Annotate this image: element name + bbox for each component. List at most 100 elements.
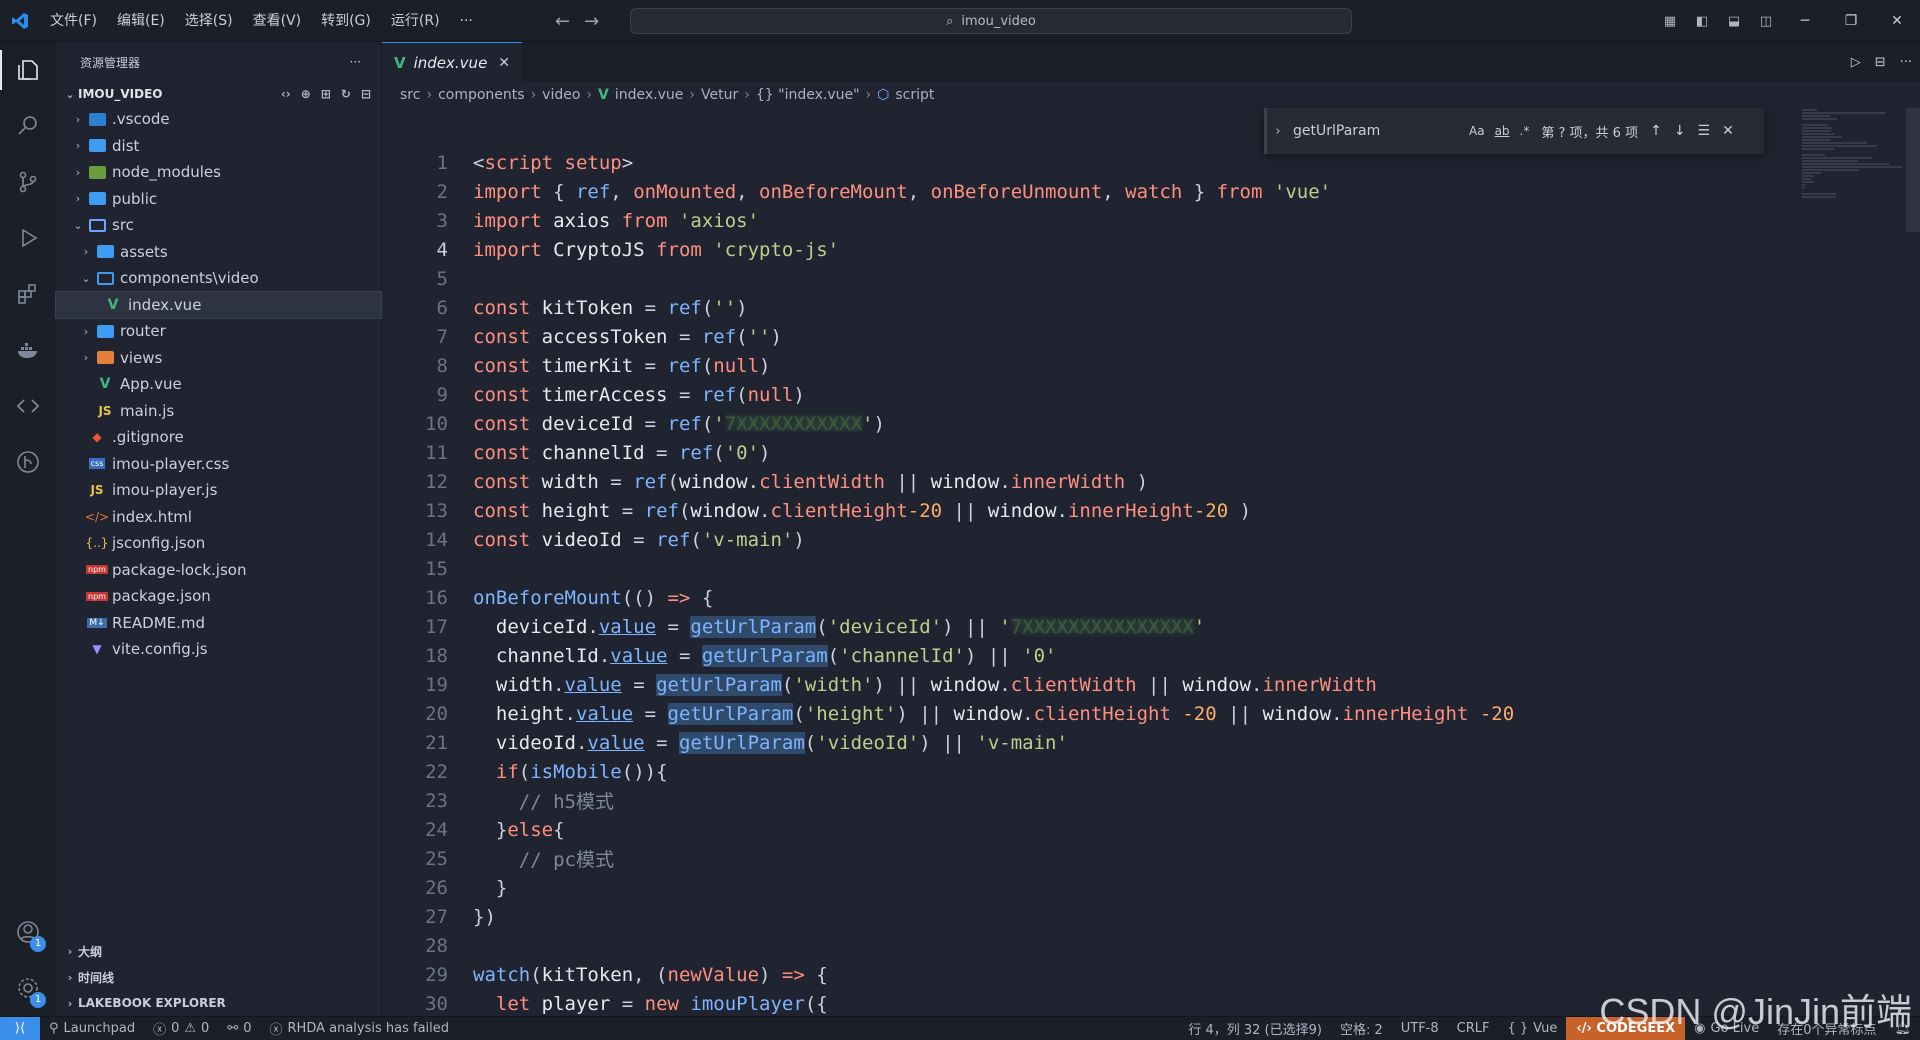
- account-icon[interactable]: 1: [0, 904, 56, 960]
- find-input[interactable]: getUrlParam: [1289, 123, 1449, 139]
- tree-item[interactable]: › views: [56, 345, 381, 372]
- section-lakebook[interactable]: › LAKEBOOK EXPLORER: [56, 990, 382, 1016]
- tree-item[interactable]: </> index.html: [56, 504, 381, 531]
- menu-file[interactable]: 文件(F): [40, 0, 107, 42]
- workspace-root[interactable]: ⌄ IMOU_VIDEO ‹› ⊕ ⊞ ↻ ⊟: [56, 82, 381, 106]
- tree-item[interactable]: ◆ .gitignore: [56, 424, 381, 451]
- toggle-panel-icon[interactable]: ⬓: [1718, 0, 1750, 42]
- remote-indicator-icon[interactable]: ⟩⟨: [0, 1016, 40, 1040]
- language-mode[interactable]: { } Vue: [1498, 1021, 1566, 1036]
- minimize-icon[interactable]: ─: [1782, 0, 1828, 42]
- section-timeline[interactable]: › 时间线: [56, 964, 382, 990]
- remote-explorer-icon[interactable]: [0, 378, 56, 434]
- match-case-toggle[interactable]: Aa: [1469, 124, 1485, 138]
- cursor-position[interactable]: 行 4，列 32 (已选择9): [1179, 1019, 1331, 1038]
- menu-more[interactable]: ···: [450, 0, 483, 42]
- restore-icon[interactable]: ❐: [1828, 0, 1874, 42]
- code-token: import: [473, 209, 542, 232]
- problems-item[interactable]: ⓧ 0 ⚠ 0: [144, 1019, 218, 1038]
- search-view-icon[interactable]: [0, 98, 56, 154]
- tree-item[interactable]: › node_modules: [56, 159, 381, 186]
- menu-go[interactable]: 转到(G): [311, 0, 381, 42]
- tree-item[interactable]: ⌄ components\video: [56, 265, 381, 292]
- tree-item[interactable]: npm package.json: [56, 583, 381, 610]
- toggle-replace-icon[interactable]: ›: [1267, 124, 1289, 139]
- tree-item[interactable]: › .vscode: [56, 106, 381, 133]
- toggle-sidebar-icon[interactable]: ◧: [1686, 0, 1718, 42]
- tree-item[interactable]: › dist: [56, 133, 381, 160]
- collapse-all-icon[interactable]: ⊟: [361, 87, 371, 101]
- tree-item[interactable]: › assets: [56, 239, 381, 266]
- tree-item[interactable]: Vindex.vue: [55, 290, 382, 319]
- vertical-scrollbar[interactable]: [1906, 108, 1920, 232]
- encoding[interactable]: UTF-8: [1392, 1021, 1448, 1036]
- previous-match-icon[interactable]: ↑: [1650, 123, 1662, 139]
- section-timeline-label: 时间线: [78, 970, 115, 985]
- code-text: // pc模式: [448, 845, 614, 872]
- tree-item[interactable]: M↓ README.md: [56, 610, 381, 637]
- js-icon: JS: [98, 403, 112, 418]
- tree-item[interactable]: css imou-player.css: [56, 451, 381, 478]
- folder-open-icon: [94, 271, 116, 285]
- new-file-icon[interactable]: ⊕: [301, 87, 311, 101]
- more-actions-icon[interactable]: ···: [1900, 55, 1912, 70]
- next-match-icon[interactable]: ↓: [1674, 123, 1686, 139]
- new-folder-icon[interactable]: ⊞: [321, 87, 331, 101]
- breadcrumb-item[interactable]: script: [895, 87, 934, 103]
- command-center[interactable]: ⌕ imou_video: [630, 8, 1352, 34]
- refresh-icon[interactable]: ↻: [341, 87, 351, 101]
- launchpad-item[interactable]: ⚲ Launchpad: [40, 1021, 144, 1036]
- extensions-icon[interactable]: [0, 266, 56, 322]
- tree-item[interactable]: JS imou-player.js: [56, 477, 381, 504]
- find-in-selection-icon[interactable]: ☰: [1698, 123, 1711, 139]
- menu-run[interactable]: 运行(R): [381, 0, 450, 42]
- end-of-line[interactable]: CRLF: [1448, 1021, 1499, 1036]
- code-token: (: [781, 673, 794, 696]
- tab-index-vue[interactable]: V index.vue ✕: [382, 42, 522, 82]
- run-icon[interactable]: ▷: [1851, 55, 1861, 70]
- tree-item[interactable]: › router: [56, 318, 381, 345]
- ports-item[interactable]: ⚯ 0: [218, 1021, 260, 1036]
- code-editor[interactable]: 1 <script setup> 2 import { ref, onMounted,…: [382, 148, 1782, 1016]
- breadcrumb-item[interactable]: components: [438, 87, 525, 103]
- explorer-icon[interactable]: [0, 42, 56, 98]
- close-window-icon[interactable]: ✕: [1874, 0, 1920, 42]
- minimap[interactable]: [1802, 108, 1902, 528]
- close-find-icon[interactable]: ✕: [1722, 123, 1734, 139]
- split-editor-icon[interactable]: ⊟: [1875, 55, 1886, 70]
- docker-icon[interactable]: [0, 322, 56, 378]
- section-outline[interactable]: › 大纲: [56, 938, 382, 964]
- indentation[interactable]: 空格: 2: [1331, 1019, 1392, 1038]
- tree-item[interactable]: JS main.js: [56, 398, 381, 425]
- breadcrumb-item[interactable]: index.vue: [615, 87, 684, 103]
- whole-word-toggle[interactable]: ab: [1495, 124, 1510, 138]
- menu-edit[interactable]: 编辑(E): [107, 0, 175, 42]
- breadcrumb-item[interactable]: src: [400, 87, 420, 103]
- breadcrumb-item[interactable]: {} "index.vue": [756, 87, 860, 103]
- menu-view[interactable]: 查看(V): [243, 0, 312, 42]
- toggle-secondary-sidebar-icon[interactable]: ◫: [1750, 0, 1782, 42]
- source-control-icon[interactable]: [0, 154, 56, 210]
- breadcrumb-item[interactable]: Vetur: [701, 87, 738, 103]
- remote-icon[interactable]: ‹›: [281, 87, 291, 101]
- tree-item[interactable]: V App.vue: [56, 371, 381, 398]
- tree-item[interactable]: npm package-lock.json: [56, 557, 381, 584]
- settings-gear-icon[interactable]: 1: [0, 960, 56, 1016]
- breadcrumb-item[interactable]: video: [542, 87, 580, 103]
- tree-item[interactable]: ▼ vite.config.js: [56, 636, 381, 663]
- layout-customize-icon[interactable]: ▦: [1654, 0, 1686, 42]
- run-debug-icon[interactable]: [0, 210, 56, 266]
- menu-selection[interactable]: 选择(S): [175, 0, 243, 42]
- close-tab-icon[interactable]: ✕: [498, 55, 510, 71]
- more-actions-icon[interactable]: ···: [350, 55, 361, 69]
- tree-item[interactable]: {..} jsconfig.json: [56, 530, 381, 557]
- back-arrow-icon[interactable]: ←: [555, 11, 570, 32]
- tree-item[interactable]: ⌄ src: [56, 212, 381, 239]
- regex-toggle[interactable]: .*: [1520, 124, 1530, 138]
- code-token: window: [930, 673, 1000, 696]
- forward-arrow-icon[interactable]: →: [584, 11, 599, 32]
- rhda-item[interactable]: ⓧ RHDA analysis has failed: [261, 1019, 459, 1038]
- git-graph-icon[interactable]: [0, 434, 56, 490]
- tree-item[interactable]: › public: [56, 186, 381, 213]
